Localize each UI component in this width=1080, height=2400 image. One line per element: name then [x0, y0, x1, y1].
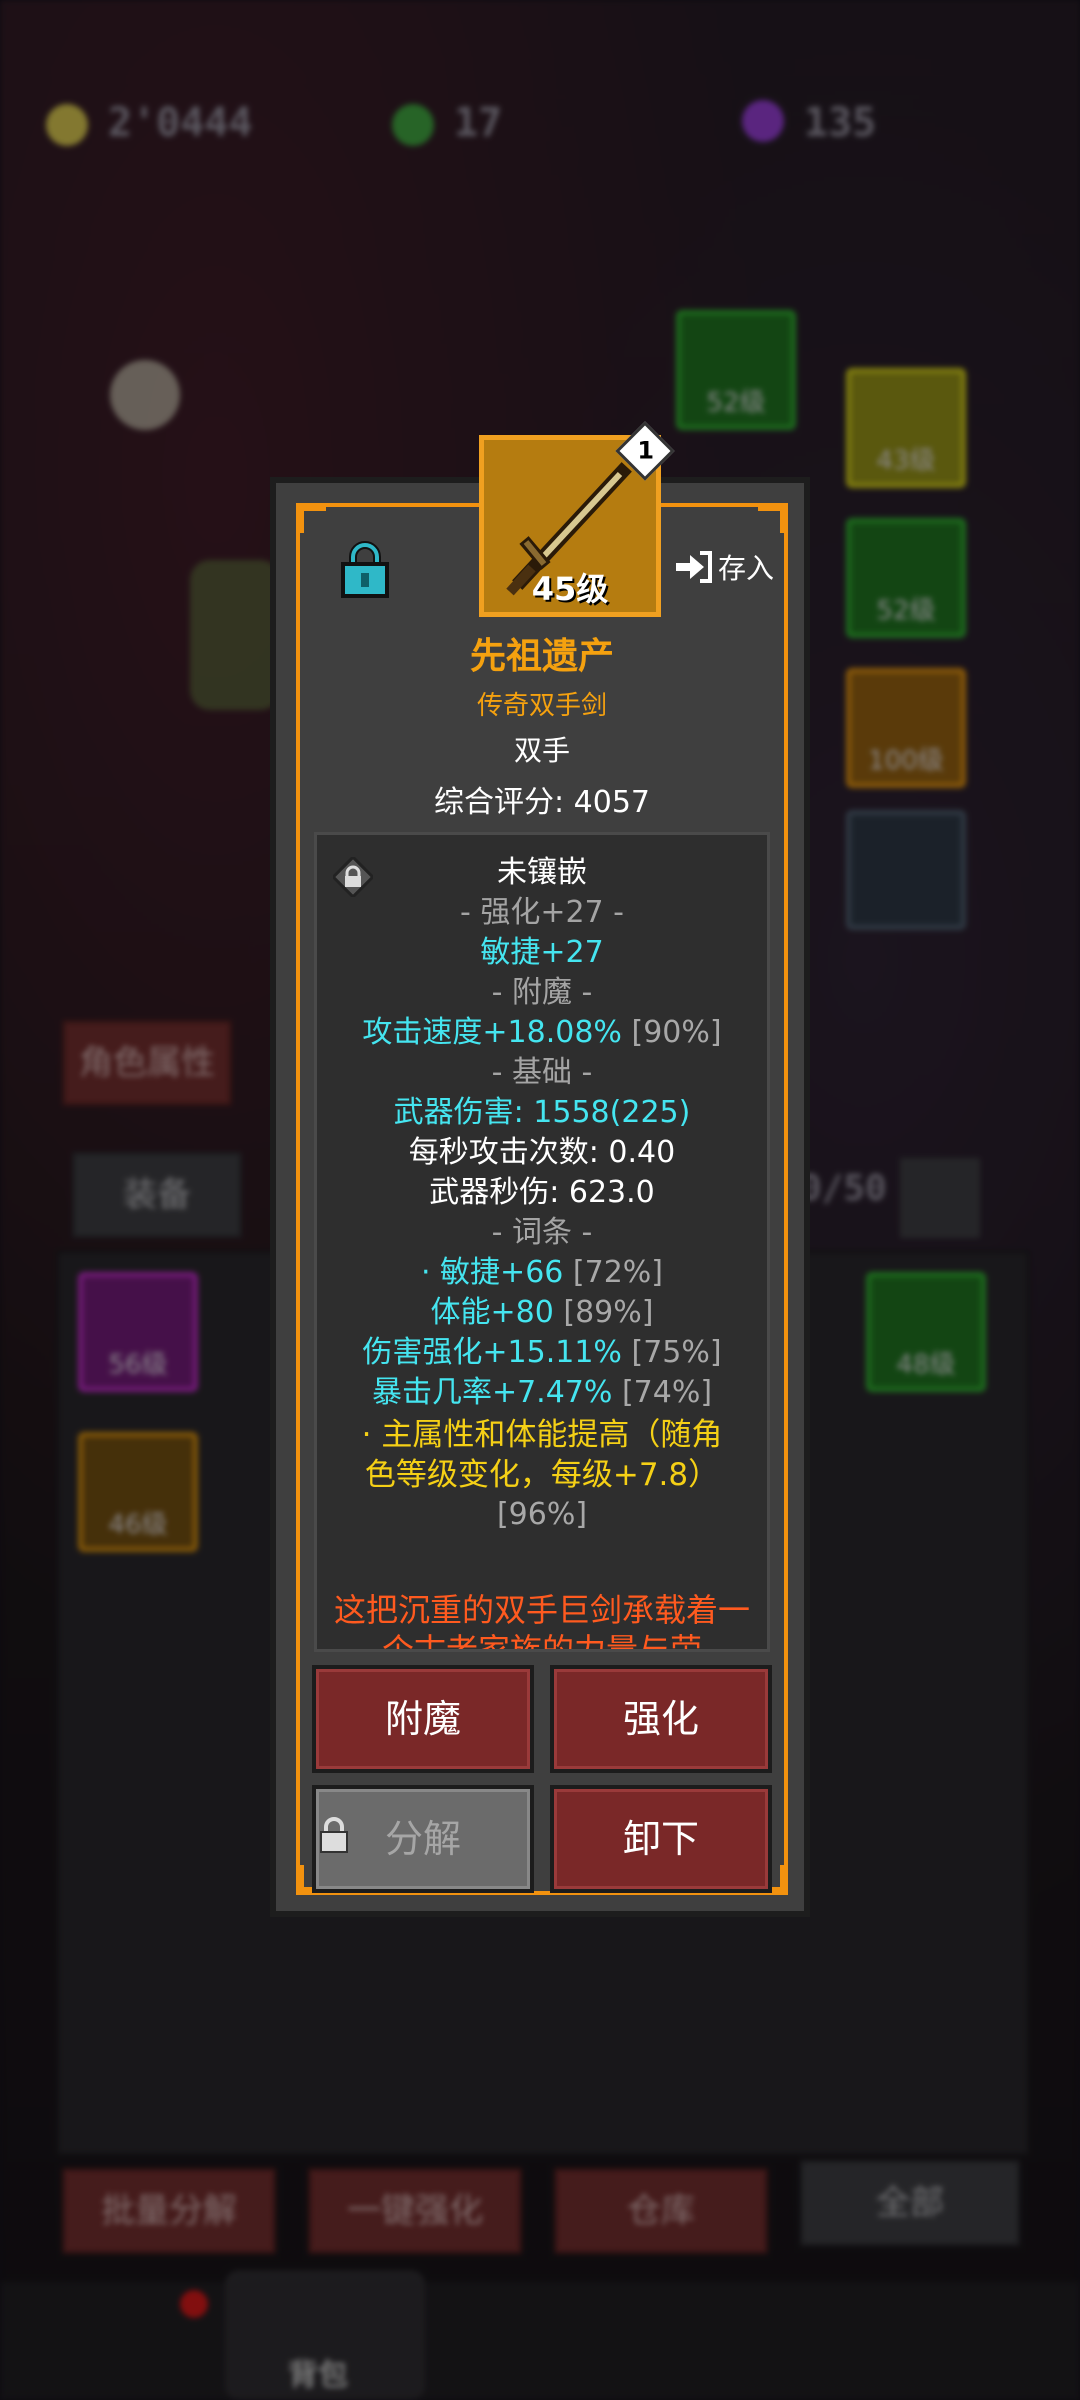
score-label: 综合评分: — [433, 785, 565, 820]
affix-line: · 敏捷+66 [72%] — [317, 1253, 767, 1293]
affix-line: 暴击几率+7.47% [74%] — [317, 1373, 767, 1413]
frame-corner — [296, 503, 326, 533]
affix-text: · 敏捷+66 — [420, 1255, 564, 1290]
enchant-value: 攻击速度+18.08% — [362, 1015, 622, 1050]
enhance-button[interactable]: 强化 — [550, 1665, 772, 1773]
socket-status: 未镶嵌 — [497, 855, 587, 890]
base-header: - 基础 - — [491, 1055, 593, 1090]
weapon-damage: 武器伤害: 1558(225) — [393, 1095, 691, 1130]
affix-text: 暴击几率+7.47% — [371, 1375, 613, 1410]
affix-line: 伤害强化+15.11% [75%] — [317, 1333, 767, 1373]
item-name: 先祖遗产 — [469, 636, 614, 677]
store-button[interactable]: 存入 — [674, 547, 774, 587]
affix-roll: [72%] — [572, 1255, 664, 1290]
store-arrow-icon — [675, 551, 712, 583]
lock-icon[interactable] — [340, 540, 390, 598]
affix-header: - 词条 - — [491, 1215, 593, 1250]
item-hand-type: 双手 — [513, 734, 570, 767]
attacks-per-second: 每秒攻击次数: 0.40 — [408, 1135, 676, 1170]
special-affix-roll: [96%] — [496, 1497, 588, 1532]
enchant-button[interactable]: 附魔 — [312, 1665, 534, 1773]
enchant-roll: [90%] — [631, 1015, 722, 1050]
special-affix-line1: · 主属性和体能提高（随角 — [361, 1417, 723, 1453]
lock-icon — [318, 1791, 350, 1853]
store-label: 存入 — [717, 552, 774, 585]
decompose-button[interactable]: 分解 — [312, 1785, 534, 1893]
weapon-dps: 武器秒伤: 623.0 — [429, 1175, 655, 1210]
enhance-value: 敏捷+27 — [480, 935, 604, 970]
enchant-header: - 附魔 - — [491, 975, 593, 1010]
affix-text: 伤害强化+15.11% — [362, 1335, 622, 1370]
item-icon: 45级 1 — [479, 421, 675, 617]
item-rarity: 传奇双手剑 — [476, 691, 607, 721]
dialog-frame: 存入 45级 1 先祖遗产 传奇双手剑 双手 综合评分: 4057 未镶嵌 - … — [296, 421, 788, 1895]
frame-corner — [758, 503, 788, 533]
affix-roll: [75%] — [631, 1335, 722, 1370]
item-detail-dialog: 存入 45级 1 先祖遗产 传奇双手剑 双手 综合评分: 4057 未镶嵌 - … — [270, 421, 810, 1917]
special-affix-line2: 色等级变化，每级+7.8） — [364, 1457, 720, 1493]
enchant-line: 攻击速度+18.08% [90%] — [317, 1013, 767, 1053]
affix-line: 体能+80 [89%] — [317, 1293, 767, 1333]
item-stats-panel[interactable]: 未镶嵌 - 强化+27 - 敏捷+27 - 附魔 - 攻击速度+18.08% [… — [314, 832, 770, 1652]
affix-roll: [89%] — [563, 1295, 654, 1330]
decompose-label: 分解 — [384, 1817, 461, 1861]
item-score: 综合评分: 4057 — [300, 777, 784, 821]
unequip-button[interactable]: 卸下 — [550, 1785, 772, 1893]
enhance-header: - 强化+27 - — [459, 895, 625, 930]
affix-text: 体能+80 — [430, 1295, 554, 1330]
item-description: 这把沉重的双手巨剑承载着一个古老家族的力量与荣 — [333, 1591, 750, 1652]
item-level: 45级 — [531, 570, 609, 608]
affix-roll: [74%] — [621, 1375, 713, 1410]
score-value: 4057 — [573, 785, 650, 820]
